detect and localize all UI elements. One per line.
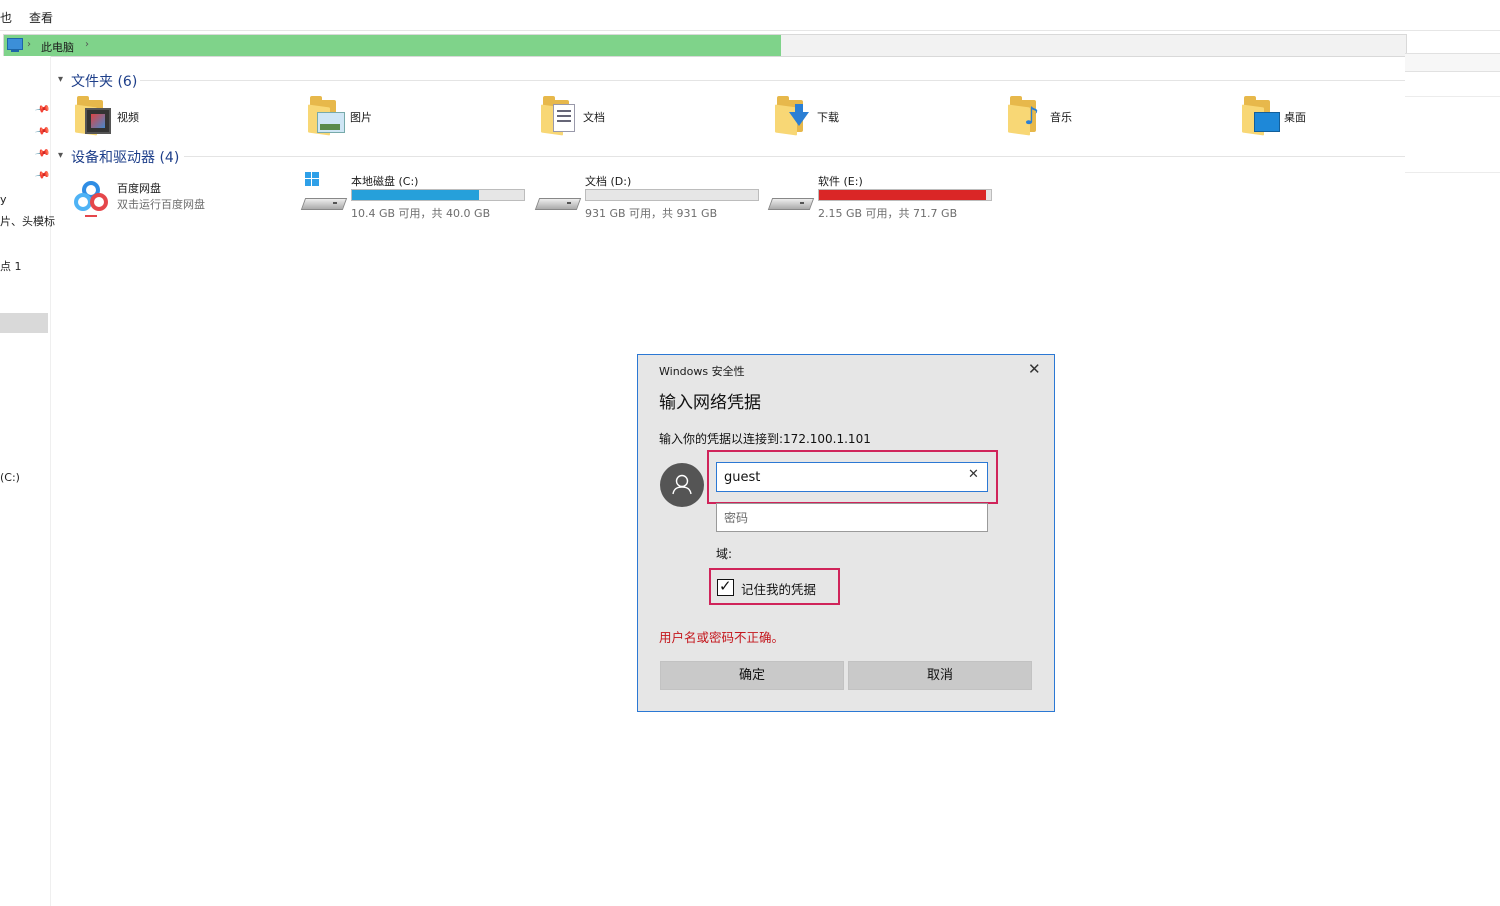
divider: [1405, 172, 1500, 173]
folder-label: 桌面: [1284, 111, 1306, 124]
music-folder-icon: ♪: [1008, 96, 1042, 136]
cancel-button[interactable]: 取消: [848, 661, 1032, 690]
drive-item[interactable]: 本地磁盘 (C:) 10.4 GB 可用，共 40.0 GB: [300, 170, 528, 220]
dialog-window-title: Windows 安全性: [659, 365, 745, 378]
remember-label[interactable]: 记住我的凭据: [741, 579, 816, 598]
ribbon: 也 查看: [0, 0, 1500, 31]
folder-item[interactable]: 图片: [308, 96, 508, 138]
username-input[interactable]: [716, 462, 988, 492]
windows-logo-icon: [305, 172, 319, 186]
ribbon-tab-view[interactable]: 查看: [29, 9, 53, 26]
drive-summary: 10.4 GB 可用，共 40.0 GB: [351, 207, 491, 220]
folder-label: 视频: [117, 111, 139, 124]
hard-drive-icon: [300, 192, 348, 214]
folder-label: 下载: [817, 111, 839, 124]
documents-folder-icon: [541, 96, 575, 136]
dialog-prompt: 输入你的凭据以连接到:172.100.1.101: [659, 432, 871, 446]
password-input[interactable]: [716, 503, 988, 532]
folders-section-title[interactable]: 文件夹 (6): [71, 71, 137, 91]
folder-item[interactable]: 桌面: [1242, 96, 1442, 138]
folder-item[interactable]: 文档: [541, 96, 741, 138]
nav-item-fragment[interactable]: 片、头模标: [0, 213, 55, 229]
hard-drive-icon: [534, 192, 582, 214]
clear-input-icon[interactable]: ✕: [968, 467, 979, 482]
section-divider: [184, 156, 1405, 157]
nav-item-fragment[interactable]: y: [0, 193, 7, 206]
baidu-netdisk-name: 百度网盘: [117, 182, 161, 195]
devices-section-title[interactable]: 设备和驱动器 (4): [71, 147, 179, 167]
nav-item-fragment[interactable]: 点 1: [0, 258, 22, 274]
drive-summary: 2.15 GB 可用，共 71.7 GB: [818, 207, 958, 220]
remember-checkbox[interactable]: ✓: [717, 577, 734, 596]
this-pc-icon: [7, 38, 23, 50]
domain-label: 域:: [716, 547, 733, 561]
drive-name: 软件 (E:): [818, 175, 863, 188]
ribbon-tab-partial[interactable]: 也: [0, 9, 12, 26]
downloads-folder-icon: [775, 96, 809, 136]
drive-usage-bar: [818, 189, 992, 201]
baidu-netdisk-subtitle: 双击运行百度网盘: [117, 198, 205, 211]
credentials-dialog: Windows 安全性 ✕ 输入网络凭据 输入你的凭据以连接到:172.100.…: [637, 354, 1055, 712]
hard-drive-icon: [767, 192, 815, 214]
drive-usage-fill: [819, 190, 986, 200]
dialog-heading: 输入网络凭据: [659, 393, 761, 413]
drive-name: 文档 (D:): [585, 175, 632, 188]
error-message: 用户名或密码不正确。: [659, 630, 785, 645]
drive-usage-bar: [585, 189, 759, 201]
section-divider: [140, 80, 1405, 81]
drive-item[interactable]: 文档 (D:) 931 GB 可用，共 931 GB: [534, 170, 762, 220]
breadcrumb-this-pc[interactable]: 此电脑: [41, 39, 74, 55]
drive-summary: 931 GB 可用，共 931 GB: [585, 207, 718, 220]
chevron-right-icon[interactable]: ›: [85, 39, 89, 50]
folder-item[interactable]: 下载: [775, 96, 975, 138]
nav-item-fragment[interactable]: (C:): [0, 471, 20, 484]
user-avatar-icon: [660, 463, 704, 507]
checkmark-icon: ✓: [719, 577, 732, 595]
folder-item[interactable]: ♪ 音乐: [1008, 96, 1208, 138]
ok-button[interactable]: 确定: [660, 661, 844, 690]
drive-usage-fill: [352, 190, 479, 200]
folder-label: 图片: [350, 111, 372, 124]
baidu-netdisk-icon: [74, 181, 108, 217]
close-icon[interactable]: ✕: [1028, 360, 1041, 378]
desktop-folder-icon: [1242, 96, 1280, 136]
chevron-right-icon[interactable]: ›: [27, 39, 31, 50]
nav-item-selected[interactable]: [0, 313, 48, 333]
drive-usage-bar: [351, 189, 525, 201]
drive-item[interactable]: 软件 (E:) 2.15 GB 可用，共 71.7 GB: [767, 170, 995, 220]
folder-label: 音乐: [1050, 111, 1072, 124]
address-progress-fill: [4, 35, 781, 56]
chevron-down-icon[interactable]: ▾: [58, 74, 63, 85]
search-box[interactable]: [1405, 53, 1500, 72]
this-pc-icon-stand: [11, 50, 19, 52]
folder-label: 文档: [583, 111, 605, 124]
chevron-down-icon[interactable]: ▾: [58, 150, 63, 161]
address-bar[interactable]: › 此电脑 ›: [3, 34, 1407, 57]
folder-item[interactable]: 视频: [75, 96, 275, 138]
baidu-netdisk-item[interactable]: 百度网盘 双击运行百度网盘: [70, 176, 300, 218]
pictures-folder-icon: [308, 96, 345, 136]
video-folder-icon: [75, 96, 111, 136]
drive-name: 本地磁盘 (C:): [351, 175, 419, 188]
